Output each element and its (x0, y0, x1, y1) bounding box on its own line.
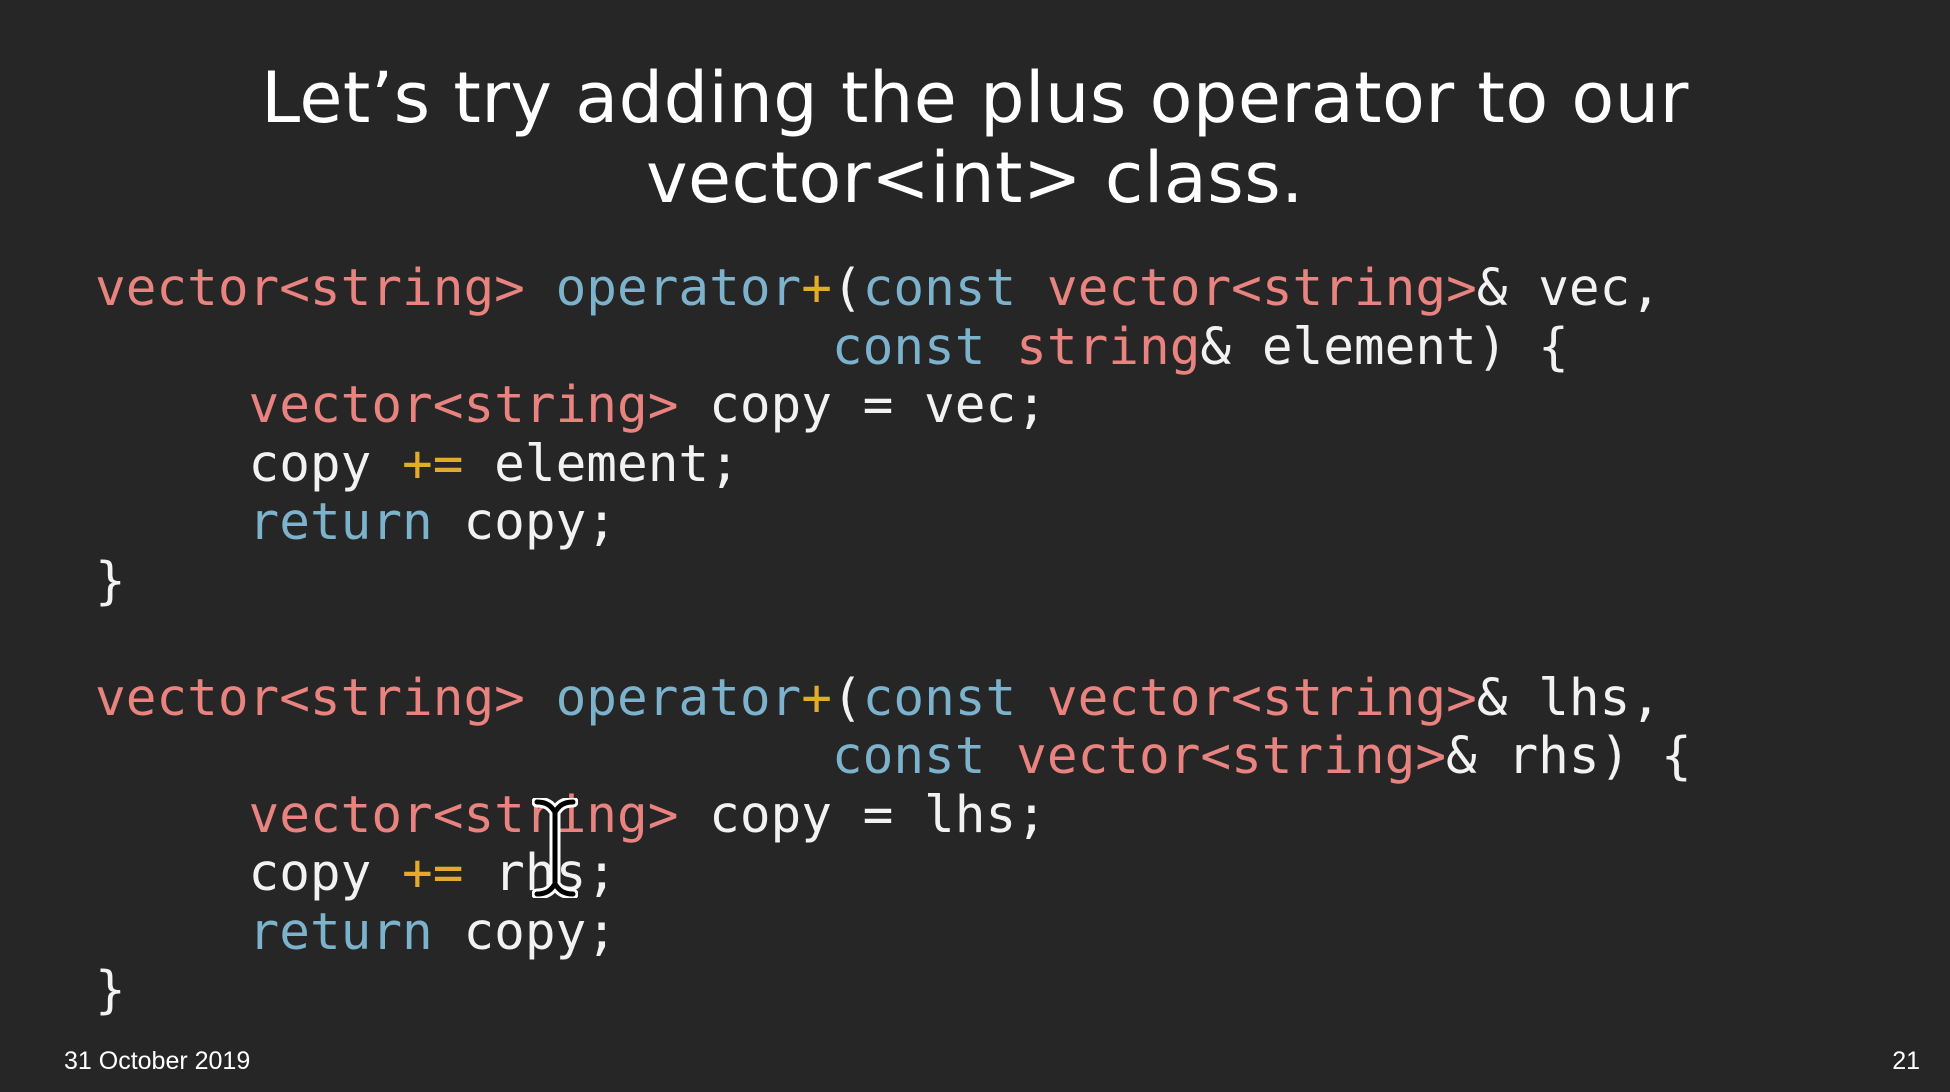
code-token-kw: const (862, 668, 1017, 728)
code-token-plain: & element) { (1200, 317, 1569, 377)
code-token-op: += (402, 434, 464, 494)
code-token-plain: } (95, 961, 126, 1020)
code-token-plain: copy; (432, 493, 617, 552)
code-token-op: + (801, 259, 832, 318)
code-line: return copy; (95, 902, 1692, 963)
code-token-type: vector<string> (95, 668, 525, 728)
code-token-kw: const (831, 727, 986, 786)
code-token-type: vector<string> (248, 376, 679, 435)
code-line: const vector<string>& rhs) { (95, 727, 1692, 787)
code-line: vector<string> copy = vec; (95, 376, 1692, 436)
code-line: copy += rhs; (95, 844, 1692, 904)
code-token-plain: & lhs, (1476, 668, 1662, 728)
code-line: vector<string> operator+(const vector<st… (95, 668, 1692, 729)
code-token-plain: copy = vec; (678, 376, 1047, 435)
code-line: const string& element) { (95, 317, 1692, 378)
code-token-type: vector<string> (248, 785, 679, 845)
code-token-plain: ( (831, 259, 863, 318)
slide-page-number: 21 (1892, 1047, 1920, 1075)
code-token-plain: & vec, (1476, 259, 1662, 318)
code-token-type: vector<string> (1046, 668, 1477, 728)
code-line: vector<string> copy = lhs; (95, 785, 1692, 846)
code-token-type: vector<string> (1016, 727, 1447, 786)
code-token-plain: } (95, 551, 126, 611)
code-token-type: string (1016, 317, 1201, 377)
slide-title-line-1: Let’s try adding the plus operator to ou… (261, 57, 1689, 139)
code-token-type: vector<string> (1046, 259, 1477, 318)
code-token-plain: copy (95, 844, 403, 903)
code-token-kw: const (862, 259, 1017, 318)
code-block: vector<string> operator+(const vector<st… (95, 259, 1692, 1021)
code-token-plain: copy; (432, 902, 617, 962)
code-token-plain: element; (463, 434, 740, 494)
code-token-op: + (801, 668, 832, 728)
code-token-plain: copy (95, 434, 403, 494)
code-token-kw: return (248, 902, 433, 962)
slide-title-line-2: vector<int> class. (646, 137, 1304, 219)
code-token-plain: copy = lhs; (678, 785, 1047, 845)
slide-title: Let’s try adding the plus operator to ou… (0, 58, 1950, 218)
code-token-kw: return (248, 493, 433, 552)
code-token-plain: ( (831, 668, 863, 728)
code-token-type: vector<string> (95, 259, 525, 318)
code-token-kw: operator (555, 668, 802, 728)
code-line: copy += element; (95, 434, 1692, 495)
code-line: } (95, 551, 1692, 612)
i-beam-text-cursor-icon (532, 798, 578, 898)
code-line: } (95, 961, 1692, 1021)
code-token-plain: & rhs) { (1446, 727, 1692, 786)
code-token-kw: const (831, 317, 986, 377)
slide-date: 31 October 2019 (64, 1047, 251, 1075)
code-token-op: += (402, 844, 464, 903)
code-token-kw: operator (555, 259, 802, 318)
code-line: return copy; (95, 493, 1692, 553)
code-line: vector<string> operator+(const vector<st… (95, 259, 1692, 319)
presentation-slide: Let’s try adding the plus operator to ou… (0, 0, 1950, 1092)
